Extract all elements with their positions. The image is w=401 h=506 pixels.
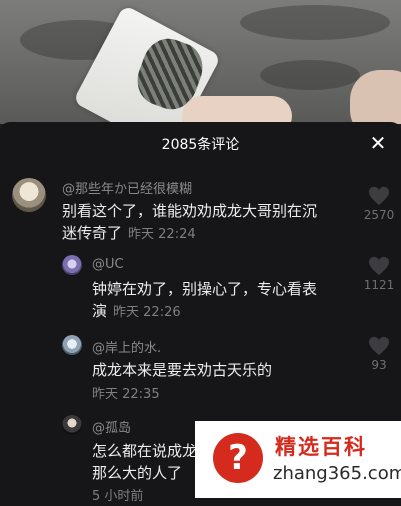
close-icon: ✕ bbox=[369, 131, 387, 155]
question-mark-icon: ? bbox=[213, 433, 263, 483]
comment-username[interactable]: @岸上的水. bbox=[92, 337, 161, 356]
watermark-logo: ? 精选百科 zhang365.com bbox=[195, 421, 401, 498]
comment-username[interactable]: @UC bbox=[92, 257, 124, 272]
comment-text: 钟婷在劝了，别操心了，专心看表 演昨天 22:26 bbox=[92, 278, 352, 324]
comment-text-line: 演 bbox=[92, 302, 108, 320]
like-count: 93 bbox=[371, 358, 387, 372]
hand-image bbox=[350, 70, 401, 124]
comment-text-line: 成龙本来是要去劝古天乐的 bbox=[92, 361, 273, 379]
comment-text-line: 别看这个了，谁能劝劝成龙大哥别在沉 bbox=[62, 202, 318, 220]
like-button[interactable]: 93 bbox=[359, 336, 399, 372]
avatar[interactable] bbox=[12, 178, 46, 212]
like-button[interactable]: 1121 bbox=[359, 256, 399, 292]
hand-image bbox=[182, 96, 292, 124]
heart-icon bbox=[369, 256, 389, 276]
comment-count-title: 2085条评论 bbox=[161, 137, 240, 153]
avatar[interactable] bbox=[62, 415, 82, 435]
avatar[interactable] bbox=[62, 335, 82, 355]
heart-icon bbox=[369, 186, 389, 206]
like-button[interactable]: 2570 bbox=[359, 186, 399, 222]
heart-icon bbox=[369, 336, 389, 356]
close-button[interactable]: ✕ bbox=[367, 132, 389, 154]
comment-text: 别看这个了，谁能劝劝成龙大哥别在沉 迷传奇了 昨天 22:24 bbox=[62, 200, 352, 246]
comment-username[interactable]: @那些年か已经很模糊 bbox=[62, 178, 192, 197]
comment-text-line: 钟婷在劝了，别操心了，专心看表 bbox=[92, 280, 318, 298]
avatar[interactable] bbox=[62, 255, 82, 275]
comment-time: 昨天 22:26 bbox=[113, 305, 181, 320]
comment-time: 5 小时前 bbox=[92, 489, 144, 504]
sheet-header: 2085条评论 ✕ bbox=[0, 122, 401, 166]
comment-time: 昨天 22:24 bbox=[128, 227, 196, 242]
comment-text: 成龙本来是要去劝古天乐的 bbox=[92, 359, 352, 381]
watermark-url: zhang365.com bbox=[273, 463, 401, 484]
comment-username[interactable]: @孤岛 bbox=[92, 417, 131, 436]
comment-time: 昨天 22:35 bbox=[92, 387, 160, 402]
video-background bbox=[0, 0, 401, 124]
like-count: 2570 bbox=[363, 208, 395, 222]
watermark-title: 精选百科 bbox=[275, 435, 367, 459]
like-count: 1121 bbox=[363, 278, 395, 292]
comment-text-line: 迷传奇了 bbox=[62, 224, 123, 242]
